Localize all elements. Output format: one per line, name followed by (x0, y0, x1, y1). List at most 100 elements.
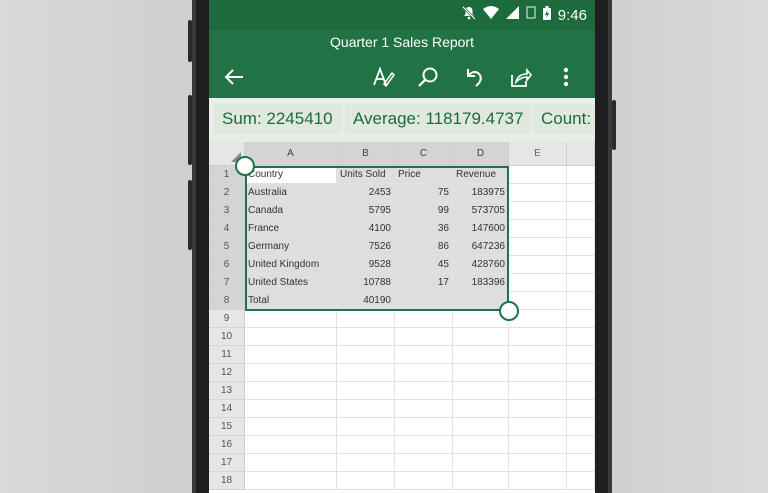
empty-cell[interactable] (337, 382, 395, 400)
empty-cell[interactable] (245, 400, 337, 418)
data-cell[interactable]: 183396 (453, 274, 509, 292)
empty-cell[interactable] (509, 184, 567, 202)
data-cell[interactable]: Australia (245, 184, 337, 202)
sum-chip[interactable]: Sum: 2245410 (214, 104, 341, 134)
column-header-e[interactable]: E (509, 142, 567, 166)
empty-cell[interactable] (453, 364, 509, 382)
row-header-4[interactable]: 4 (209, 220, 245, 238)
header-cell[interactable]: Units Sold (337, 166, 395, 184)
empty-cell[interactable] (453, 328, 509, 346)
empty-cell[interactable] (567, 274, 595, 292)
data-cell[interactable]: 40190 (337, 292, 395, 310)
empty-cell[interactable] (567, 418, 595, 436)
empty-cell[interactable] (509, 454, 567, 472)
data-cell[interactable]: 86 (395, 238, 453, 256)
empty-cell[interactable] (245, 346, 337, 364)
selection-handle-top-left[interactable] (235, 156, 255, 176)
empty-cell[interactable] (337, 328, 395, 346)
empty-cell[interactable] (509, 202, 567, 220)
row-header-18[interactable]: 18 (209, 472, 245, 490)
data-cell[interactable]: 75 (395, 184, 453, 202)
empty-cell[interactable] (453, 382, 509, 400)
empty-cell[interactable] (395, 454, 453, 472)
empty-cell[interactable] (395, 310, 453, 328)
row-header-17[interactable]: 17 (209, 454, 245, 472)
header-cell[interactable]: Country (245, 166, 337, 184)
data-cell[interactable]: 573705 (453, 202, 509, 220)
data-cell[interactable]: Canada (245, 202, 337, 220)
data-cell[interactable]: 9528 (337, 256, 395, 274)
data-cell[interactable]: Germany (245, 238, 337, 256)
empty-cell[interactable] (509, 328, 567, 346)
empty-cell[interactable] (509, 364, 567, 382)
empty-cell[interactable] (395, 364, 453, 382)
empty-cell[interactable] (395, 328, 453, 346)
empty-cell[interactable] (567, 454, 595, 472)
data-cell[interactable]: France (245, 220, 337, 238)
selection-handle-bottom-right[interactable] (499, 301, 519, 321)
empty-cell[interactable] (567, 382, 595, 400)
column-header-a[interactable]: A (245, 142, 337, 166)
data-cell[interactable]: 2453 (337, 184, 395, 202)
data-cell[interactable]: 428760 (453, 256, 509, 274)
empty-cell[interactable] (337, 472, 395, 490)
data-cell[interactable]: 17 (395, 274, 453, 292)
data-cell[interactable]: Total (245, 292, 337, 310)
text-format-icon[interactable] (370, 64, 396, 90)
empty-cell[interactable] (567, 346, 595, 364)
empty-cell[interactable] (245, 472, 337, 490)
data-cell[interactable]: United States (245, 274, 337, 292)
share-icon[interactable] (507, 64, 533, 90)
data-cell[interactable]: 10788 (337, 274, 395, 292)
empty-cell[interactable] (337, 436, 395, 454)
empty-cell[interactable] (567, 364, 595, 382)
average-chip[interactable]: Average: 118179.4737 (345, 104, 532, 134)
search-icon[interactable] (415, 64, 441, 90)
row-header-15[interactable]: 15 (209, 418, 245, 436)
data-cell[interactable]: 7526 (337, 238, 395, 256)
empty-cell[interactable] (395, 346, 453, 364)
empty-cell[interactable] (337, 364, 395, 382)
row-header-10[interactable]: 10 (209, 328, 245, 346)
data-cell[interactable]: 99 (395, 202, 453, 220)
row-header-5[interactable]: 5 (209, 238, 245, 256)
spreadsheet-grid[interactable]: ABCDE 1 2 3 4 5 6 7 8 9 10 11 12 13 14 15 16 17 18 Countr… (209, 142, 595, 493)
empty-cell[interactable] (509, 436, 567, 454)
count-chip[interactable]: Count: (533, 104, 595, 134)
more-vert-icon[interactable] (553, 64, 579, 90)
row-header-14[interactable]: 14 (209, 400, 245, 418)
data-cell[interactable]: United Kingdom (245, 256, 337, 274)
data-cell[interactable] (395, 292, 453, 310)
empty-cell[interactable] (453, 436, 509, 454)
column-header-partial[interactable] (567, 142, 595, 166)
empty-cell[interactable] (453, 472, 509, 490)
empty-cell[interactable] (567, 472, 595, 490)
empty-cell[interactable] (395, 472, 453, 490)
row-header-8[interactable]: 8 (209, 292, 245, 310)
row-header-2[interactable]: 2 (209, 184, 245, 202)
empty-cell[interactable] (245, 310, 337, 328)
empty-cell[interactable] (509, 238, 567, 256)
empty-cell[interactable] (509, 472, 567, 490)
empty-cell[interactable] (453, 454, 509, 472)
empty-cell[interactable] (337, 310, 395, 328)
empty-cell[interactable] (567, 292, 595, 310)
empty-cell[interactable] (567, 184, 595, 202)
empty-cell[interactable] (395, 436, 453, 454)
header-cell[interactable]: Price (395, 166, 453, 184)
column-header-d[interactable]: D (453, 142, 509, 166)
undo-icon[interactable] (461, 64, 487, 90)
empty-cell[interactable] (245, 364, 337, 382)
empty-cell[interactable] (395, 400, 453, 418)
row-header-6[interactable]: 6 (209, 256, 245, 274)
header-cell[interactable]: Revenue (453, 166, 509, 184)
data-cell[interactable]: 4100 (337, 220, 395, 238)
empty-cell[interactable] (337, 346, 395, 364)
row-header-3[interactable]: 3 (209, 202, 245, 220)
empty-cell[interactable] (337, 418, 395, 436)
data-cell[interactable]: 36 (395, 220, 453, 238)
empty-cell[interactable] (567, 166, 595, 184)
data-cell[interactable]: 147600 (453, 220, 509, 238)
empty-cell[interactable] (245, 454, 337, 472)
empty-cell[interactable] (509, 346, 567, 364)
